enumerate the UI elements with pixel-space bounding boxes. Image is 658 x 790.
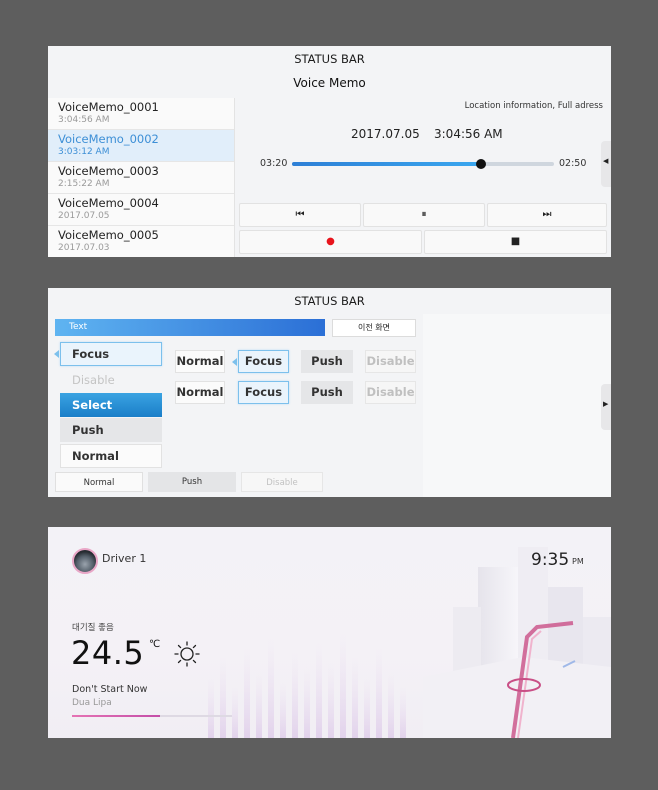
text-header-bar: Text — [55, 319, 325, 336]
song-progress-fill — [72, 715, 160, 717]
memo-time: 2:15:22 AM — [58, 179, 110, 189]
next-button[interactable]: ⏭ — [487, 203, 607, 227]
button-disable: Disable — [365, 381, 416, 404]
memo-time: 3:03:12 AM — [58, 147, 110, 157]
bottom-tab-push[interactable]: Push — [148, 472, 236, 492]
button-push[interactable]: Push — [301, 350, 353, 373]
state-label: Normal — [72, 449, 119, 463]
tab-label: Disable — [266, 478, 298, 488]
button-label: Disable — [366, 385, 415, 399]
record-icon: ● — [326, 236, 335, 247]
stop-icon: ■ — [510, 236, 521, 247]
list-state-select[interactable]: Select — [60, 393, 162, 417]
button-label: Normal — [176, 354, 224, 368]
previous-button[interactable]: ⏮ — [239, 203, 361, 227]
state-label: Push — [72, 423, 104, 437]
button-label: Focus — [244, 354, 283, 368]
list-state-push[interactable]: Push — [60, 418, 162, 442]
temperature: 24.5 — [71, 634, 145, 672]
button-focus[interactable]: Focus — [238, 381, 289, 404]
memo-name: VoiceMemo_0005 — [58, 228, 159, 242]
memo-date: 2017.07.05 — [351, 127, 420, 141]
memo-list: VoiceMemo_0001 3:04:56 AM VoiceMemo_0002… — [48, 98, 235, 257]
clock-ampm: PM — [572, 557, 584, 566]
now-playing-artist: Dua Lipa — [72, 698, 112, 708]
side-panel-handle[interactable]: ◀ — [601, 141, 611, 187]
bottom-tab-normal[interactable]: Normal — [55, 472, 143, 492]
list-item[interactable]: VoiceMemo_0003 2:15:22 AM — [48, 162, 234, 194]
clock-time: 9:35 — [531, 550, 570, 570]
total-time: 02:50 — [559, 158, 587, 169]
skip-next-icon: ⏭ — [542, 209, 552, 220]
right-pane — [423, 314, 611, 497]
chevron-left-icon: ◀ — [603, 157, 609, 165]
state-label: Focus — [72, 347, 110, 361]
skip-previous-icon: ⏮ — [295, 209, 305, 220]
list-state-disable: Disable — [60, 368, 162, 392]
text-header-label: Text — [69, 322, 88, 332]
memo-name: VoiceMemo_0002 — [58, 132, 159, 146]
memo-time: 3:04:56 AM — [58, 115, 110, 125]
button-label: Push — [311, 385, 343, 399]
button-push[interactable]: Push — [301, 381, 353, 404]
stop-button[interactable]: ■ — [424, 230, 607, 254]
button-label: Focus — [244, 385, 283, 399]
pause-button[interactable]: ⏸ — [363, 203, 485, 227]
status-bar: STATUS BAR — [294, 294, 365, 308]
progress-fill — [292, 162, 481, 166]
tab-label: Normal — [83, 478, 115, 488]
button-focus[interactable]: Focus — [232, 350, 289, 373]
memo-name: VoiceMemo_0004 — [58, 196, 159, 210]
list-item-selected[interactable]: VoiceMemo_0002 3:03:12 AM — [48, 130, 234, 162]
list-item[interactable]: VoiceMemo_0001 3:04:56 AM — [48, 98, 234, 130]
progress-slider[interactable] — [292, 159, 554, 169]
tab-label: Push — [181, 477, 203, 487]
memo-clock: 3:04:56 AM — [434, 127, 503, 141]
component-states-screen: STATUS BAR Text 이전 화면 Focus Disable Sele… — [48, 288, 611, 497]
current-time: 03:20 — [260, 158, 288, 169]
memo-time: 2017.07.05 — [58, 211, 110, 221]
location-info: Location information, Full adress — [464, 101, 603, 111]
state-label: Disable — [72, 373, 115, 387]
prev-screen-button[interactable]: 이전 화면 — [332, 319, 416, 337]
focus-pointer — [232, 357, 237, 366]
side-panel-handle[interactable]: ▶ — [601, 384, 611, 430]
sun-icon — [174, 641, 200, 667]
home-screen: Driver 1 9:35 PM 대기질 좋음 24.5 ℃ Don't Sta… — [48, 527, 611, 738]
memo-name: VoiceMemo_0001 — [58, 100, 159, 114]
list-item[interactable]: VoiceMemo_0004 2017.07.05 — [48, 194, 234, 226]
pause-icon: ⏸ — [421, 209, 427, 220]
button-label: Normal — [176, 385, 224, 399]
song-progress-bar — [72, 715, 232, 717]
air-quality: 대기질 좋음 — [72, 623, 114, 633]
list-state-normal[interactable]: Normal — [60, 444, 162, 468]
driver-avatar[interactable] — [72, 548, 98, 574]
memo-name: VoiceMemo_0003 — [58, 164, 159, 178]
button-normal[interactable]: Normal — [175, 381, 225, 404]
list-item[interactable]: VoiceMemo_0005 2017.07.03 — [48, 226, 234, 257]
driver-name[interactable]: Driver 1 — [102, 552, 146, 565]
progress-handle[interactable] — [475, 159, 486, 169]
now-playing-title[interactable]: Don't Start Now — [72, 684, 147, 695]
button-label: Push — [311, 354, 343, 368]
button-normal[interactable]: Normal — [175, 350, 225, 373]
memo-time: 2017.07.03 — [58, 243, 110, 253]
status-bar: STATUS BAR — [294, 52, 365, 66]
chevron-right-icon: ▶ — [603, 400, 609, 408]
record-button[interactable]: ● — [239, 230, 422, 254]
bottom-tab-disable: Disable — [241, 472, 323, 492]
page-title: Voice Memo — [293, 76, 366, 90]
focus-pointer — [54, 350, 59, 358]
button-disable: Disable — [365, 350, 416, 373]
voice-memo-screen: STATUS BAR Voice Memo VoiceMemo_0001 3:0… — [48, 46, 611, 257]
state-label: Select — [72, 398, 113, 412]
list-state-focus[interactable]: Focus — [54, 342, 162, 366]
temperature-unit: ℃ — [149, 639, 161, 650]
button-label: Disable — [366, 354, 415, 368]
